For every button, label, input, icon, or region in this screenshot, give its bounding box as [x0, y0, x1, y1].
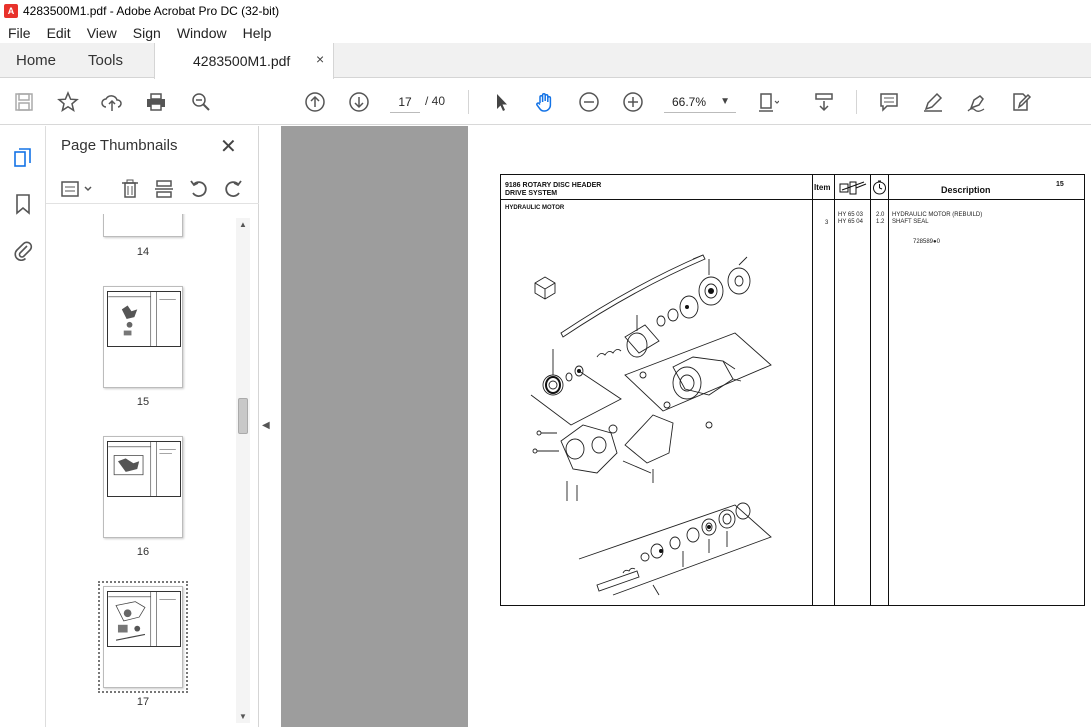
row-description: HYDRAULIC MOTOR (REBUILD)	[892, 212, 983, 218]
thumbnails-panel: Page Thumbnails ✕ 14 15 16 17 ▲ ▼	[46, 126, 259, 727]
tab-home[interactable]: Home	[16, 43, 56, 78]
column-rule	[812, 175, 813, 605]
fit-page-icon[interactable]	[756, 90, 780, 114]
column-rule	[834, 175, 835, 605]
part-number-icon	[838, 180, 868, 201]
next-page-icon[interactable]	[347, 90, 371, 114]
thumbnail-preview	[107, 591, 181, 647]
left-rail	[0, 126, 46, 727]
sign-pen-icon[interactable]	[965, 90, 989, 114]
thumbnail-label: 14	[136, 246, 150, 258]
edit-pdf-icon[interactable]	[1009, 90, 1033, 114]
column-header-item: Item	[814, 183, 831, 192]
panel-toolbar	[46, 174, 259, 204]
scrollbar-thumb[interactable]	[238, 398, 248, 434]
toolbar-divider	[468, 90, 469, 114]
tab-tools[interactable]: Tools	[88, 43, 123, 78]
page-reference: 15	[1056, 181, 1064, 188]
menu-file[interactable]: File	[0, 25, 39, 41]
collapse-panel-icon[interactable]: ◀	[262, 420, 270, 431]
hand-tool-icon[interactable]	[533, 90, 557, 114]
tab-bar: Home Tools 4283500M1.pdf ×	[0, 43, 1091, 79]
thumbnail-page[interactable]	[103, 214, 183, 237]
scroll-down-icon[interactable]: ▼	[239, 712, 247, 721]
acrobat-icon: A	[4, 4, 18, 18]
insert-page-icon[interactable]	[152, 177, 176, 201]
toolbar-divider	[856, 90, 857, 114]
menu-bar: File Edit View Sign Window Help	[0, 22, 1091, 43]
zoom-in-icon[interactable]	[621, 90, 645, 114]
thumbnail-page-selected[interactable]	[98, 581, 188, 693]
print-icon[interactable]	[144, 90, 168, 114]
find-zoom-icon[interactable]	[189, 90, 213, 114]
menu-edit[interactable]: Edit	[39, 25, 79, 41]
thumbnail-label: 16	[136, 546, 150, 558]
upload-cloud-icon[interactable]	[100, 90, 124, 114]
previous-page-icon[interactable]	[303, 90, 327, 114]
save-icon[interactable]	[12, 90, 36, 114]
bookmarks-icon[interactable]	[11, 192, 35, 216]
sheet-header-line2: DRIVE SYSTEM	[505, 190, 558, 197]
column-header-description: Description	[941, 185, 991, 195]
thumbnail-preview	[107, 291, 181, 347]
menu-sign[interactable]: Sign	[125, 25, 169, 41]
zoom-level-select[interactable]: 66.7% ▼	[664, 91, 736, 113]
bookmark-star-icon[interactable]	[56, 90, 80, 114]
thumbnail-preview	[107, 441, 181, 497]
highlight-pen-icon[interactable]	[921, 90, 945, 114]
exploded-parts-drawing	[530, 254, 772, 596]
row-item: 3	[825, 220, 829, 226]
close-panel-icon[interactable]: ✕	[220, 134, 237, 159]
scroll-up-icon[interactable]: ▲	[239, 220, 247, 229]
thumbnail-list: 14 15 16 17	[46, 214, 236, 724]
header-rule	[501, 199, 812, 200]
select-cursor-icon[interactable]	[490, 90, 514, 114]
rotate-left-icon[interactable]	[187, 177, 211, 201]
column-rule	[870, 175, 871, 605]
page-number-input[interactable]: 17	[390, 91, 420, 113]
menu-window[interactable]: Window	[169, 25, 235, 41]
zoom-level-value: 66.7%	[672, 95, 707, 109]
row-quantity: 1.2	[876, 219, 885, 225]
sheet-header-line1: 9186 ROTARY DISC HEADER	[505, 182, 602, 189]
rotate-right-icon[interactable]	[221, 177, 245, 201]
row-quantity: 2.0	[876, 212, 885, 218]
window-title: 4283500M1.pdf - Adobe Acrobat Pro DC (32…	[23, 4, 280, 18]
thumbnail-label: 15	[136, 396, 150, 408]
tab-document-label: 4283500M1.pdf	[193, 53, 291, 69]
row-part-number: HY 65 03	[838, 212, 863, 218]
pdf-page: 9186 ROTARY DISC HEADER DRIVE SYSTEM HYD…	[468, 126, 1091, 727]
thumbnail-label: 17	[136, 696, 150, 708]
row-description: SHAFT SEAL	[892, 219, 929, 225]
tab-document[interactable]: 4283500M1.pdf ×	[154, 43, 334, 79]
comment-icon[interactable]	[877, 90, 901, 114]
chevron-down-icon: ▼	[720, 96, 730, 107]
attachments-icon[interactable]	[11, 238, 35, 262]
menu-help[interactable]: Help	[235, 25, 280, 41]
thumbnail-scrollbar[interactable]: ▲ ▼	[236, 218, 250, 723]
column-rule	[888, 175, 889, 605]
menu-view[interactable]: View	[79, 25, 125, 41]
row-part-number: HY 65 04	[838, 219, 863, 225]
document-viewer[interactable]: 9186 ROTARY DISC HEADER DRIVE SYSTEM HYD…	[281, 126, 1091, 727]
toolbar: 17 / 40 66.7% ▼	[0, 79, 1091, 125]
parts-sheet: 9186 ROTARY DISC HEADER DRIVE SYSTEM HYD…	[500, 174, 1085, 606]
panel-title: Page Thumbnails	[61, 137, 178, 154]
delete-page-icon[interactable]	[118, 177, 142, 201]
section-title: HYDRAULIC MOTOR	[505, 205, 565, 211]
thumbnail-page[interactable]	[103, 436, 183, 538]
close-tab-icon[interactable]: ×	[316, 51, 324, 67]
scroll-mode-icon[interactable]	[812, 90, 836, 114]
zoom-out-icon[interactable]	[577, 90, 601, 114]
page-thumbnails-icon[interactable]	[11, 146, 35, 170]
title-bar: A 4283500M1.pdf - Adobe Acrobat Pro DC (…	[0, 0, 1091, 22]
options-menu-icon[interactable]	[60, 177, 96, 201]
reference-number: 728589●0	[913, 239, 940, 245]
page-total: / 40	[425, 94, 446, 108]
quantity-clock-icon	[872, 180, 887, 200]
sheet-header: 9186 ROTARY DISC HEADER DRIVE SYSTEM	[505, 182, 601, 198]
thumbnail-page[interactable]	[103, 286, 183, 388]
